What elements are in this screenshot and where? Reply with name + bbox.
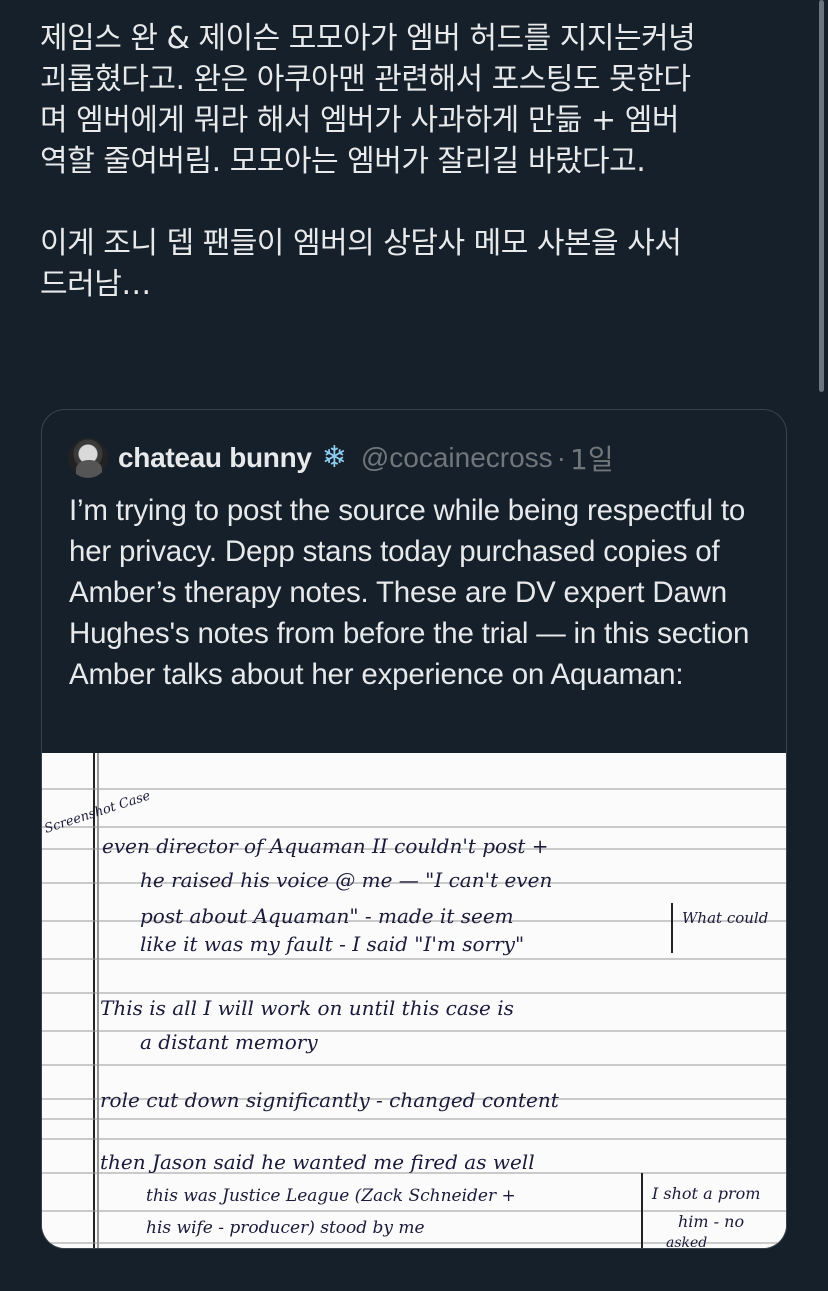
- side-note-4: asked: [666, 1235, 707, 1249]
- quoted-tweet-text: I’m trying to post the source while bein…: [69, 494, 750, 691]
- note-line-4: like it was my fault - I said "I'm sorry…: [140, 932, 524, 956]
- side-note-2: I shot a prom: [651, 1184, 760, 1203]
- scrollbar[interactable]: [819, 0, 824, 392]
- display-name[interactable]: chateau bunny: [118, 442, 312, 474]
- note-line-9: this was Justice League (Zack Schneider …: [146, 1186, 516, 1206]
- note-line-7: role cut down significantly - changed co…: [100, 1088, 560, 1112]
- note-line-2: he raised his voice @ me — "I can't even: [140, 868, 552, 892]
- quoted-tweet-header: chateau bunny ❄ @cocainecross · 1일: [68, 436, 614, 480]
- side-note-3: him - no: [678, 1212, 744, 1231]
- side-note-1: What could: [682, 909, 768, 927]
- note-line-5: This is all I will work on until this ca…: [100, 996, 514, 1020]
- tweet-text: 제임스 완 & 제이슨 모모아가 엠버 허드를 지지는커녕 괴롭혔다고. 완은 …: [40, 18, 800, 305]
- separator-dot: ·: [556, 442, 566, 473]
- note-line-3: post about Aquaman" - made it seem: [140, 904, 514, 928]
- quoted-tweet-card[interactable]: chateau bunny ❄ @cocainecross · 1일 I’m t…: [41, 409, 787, 1249]
- note-line-6: a distant memory: [140, 1030, 318, 1054]
- avatar[interactable]: [68, 438, 108, 478]
- handwritten-notes-image[interactable]: Screenshot Case even director of Aquaman…: [42, 753, 786, 1249]
- user-handle[interactable]: @cocainecross: [361, 442, 553, 474]
- tweet-paragraph-2: 이게 조니 뎁 팬들이 엠버의 상담사 메모 사본을 사서 드러남…: [40, 226, 682, 302]
- timestamp[interactable]: 1일: [570, 438, 614, 478]
- note-line-1: even director of Aquaman II couldn't pos…: [102, 834, 549, 858]
- note-line-8: then Jason said he wanted me fired as we…: [100, 1150, 535, 1174]
- snowflake-icon: ❄: [321, 440, 347, 475]
- note-line-10: his wife - producer) stood by me: [146, 1218, 425, 1238]
- tweet-paragraph-1: 제임스 완 & 제이슨 모모아가 엠버 허드를 지지는커녕 괴롭혔다고. 완은 …: [40, 21, 696, 179]
- notes-drawing: Screenshot Case even director of Aquaman…: [42, 753, 786, 1249]
